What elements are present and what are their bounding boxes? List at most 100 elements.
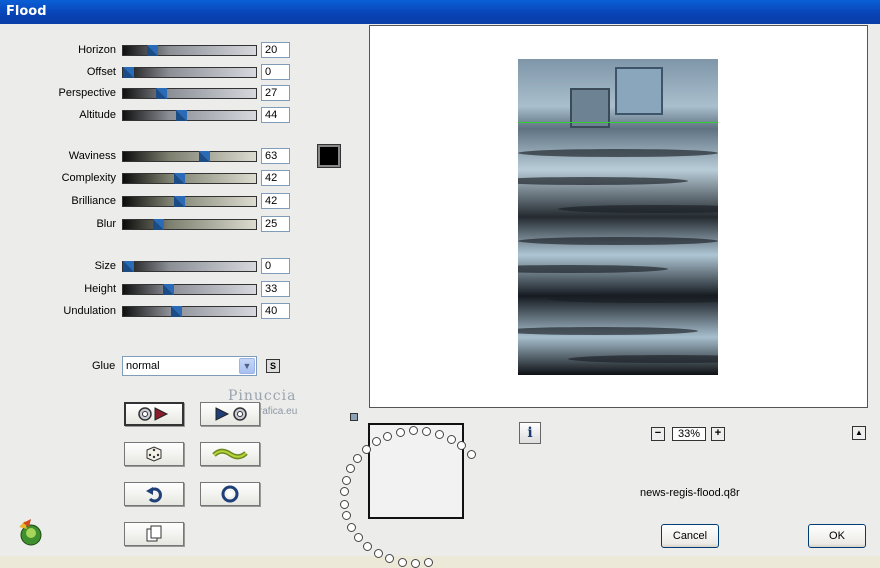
slider-thumb[interactable] — [147, 45, 159, 56]
flood-dialog: Flood Horizon 20 Offset 0 Perspective 27… — [0, 0, 880, 568]
slider-track[interactable] — [122, 110, 257, 121]
wave-button[interactable] — [200, 442, 260, 466]
slider-track[interactable] — [122, 67, 257, 78]
preset-dot[interactable] — [352, 453, 362, 463]
slider-thumb[interactable] — [199, 151, 211, 162]
slider-horizon: Horizon 20 — [0, 42, 300, 60]
slider-label: Altitude — [79, 109, 116, 121]
slider-thumb[interactable] — [171, 306, 183, 317]
slider-label: Size — [94, 260, 116, 272]
preset-dot[interactable] — [410, 558, 420, 568]
slider-perspective: Perspective 27 — [0, 85, 300, 103]
slider-thumb[interactable] — [123, 261, 134, 272]
preset-dot[interactable] — [373, 548, 383, 558]
ring-start-marker[interactable] — [350, 413, 358, 421]
value-field[interactable]: 63 — [261, 148, 290, 164]
preset-dot[interactable] — [371, 437, 381, 447]
slider-label: Height — [84, 283, 116, 295]
value-field[interactable]: 42 — [261, 170, 290, 186]
undo-button[interactable] — [124, 482, 184, 506]
preset-dot[interactable] — [457, 441, 467, 451]
preset-dot[interactable] — [383, 431, 393, 441]
preview-panel[interactable] — [369, 25, 868, 408]
wave-shape — [548, 295, 718, 303]
value-field[interactable]: 33 — [261, 281, 290, 297]
chevron-down-icon[interactable]: ▼ — [239, 358, 255, 374]
title-bar[interactable]: Flood — [0, 0, 880, 24]
play-icon — [215, 407, 247, 421]
slider-track[interactable] — [122, 88, 257, 99]
preset-dot[interactable] — [395, 427, 405, 437]
wave-shape — [518, 237, 718, 245]
color-swatch[interactable] — [317, 144, 341, 168]
play-button[interactable] — [200, 402, 260, 426]
preset-dot[interactable] — [339, 499, 349, 509]
slider-thumb[interactable] — [173, 173, 185, 184]
preview-square-front — [615, 67, 663, 115]
copy-icon — [146, 525, 162, 542]
slider-complexity: Complexity 42 — [0, 170, 300, 188]
slider-thumb[interactable] — [176, 110, 188, 121]
slider-label: Brilliance — [71, 195, 116, 207]
wave-shape — [568, 355, 718, 363]
slider-label: Undulation — [63, 305, 116, 317]
slider-track[interactable] — [122, 306, 257, 317]
preview-toggle-button[interactable] — [124, 402, 184, 426]
slider-track[interactable] — [122, 45, 257, 56]
slider-track[interactable] — [122, 173, 257, 184]
slider-thumb[interactable] — [162, 284, 174, 295]
slider-offset: Offset 0 — [0, 64, 300, 82]
preset-dot[interactable] — [434, 429, 444, 439]
wave-shape — [518, 177, 688, 185]
wave-shape — [518, 327, 698, 335]
preset-dot[interactable] — [363, 541, 373, 551]
preset-dot[interactable] — [354, 532, 364, 542]
slider-track[interactable] — [122, 196, 257, 207]
value-field[interactable]: 20 — [261, 42, 290, 58]
preset-dot[interactable] — [341, 475, 351, 485]
preset-dot[interactable] — [361, 444, 371, 454]
preset-dot[interactable] — [397, 557, 407, 567]
slider-thumb[interactable] — [153, 219, 165, 230]
value-field[interactable]: 0 — [261, 258, 290, 274]
slider-size: Size 0 — [0, 258, 300, 276]
chevron-up-icon[interactable]: ▲ — [852, 426, 866, 440]
glue-s-button[interactable]: S — [266, 359, 280, 373]
zoom-out-button[interactable]: − — [651, 427, 665, 441]
preset-dot[interactable] — [347, 522, 357, 532]
value-field[interactable]: 42 — [261, 193, 290, 209]
horizon-line[interactable] — [518, 122, 718, 123]
preset-dot[interactable] — [342, 511, 352, 521]
preset-dot[interactable] — [346, 464, 356, 474]
cancel-button[interactable]: Cancel — [661, 524, 719, 548]
slider-track[interactable] — [122, 261, 257, 272]
slider-label: Horizon — [78, 44, 116, 56]
preset-dot[interactable] — [421, 426, 431, 436]
ok-button[interactable]: OK — [808, 524, 866, 548]
slider-thumb[interactable] — [155, 88, 167, 99]
glue-select[interactable]: normal ▼ — [122, 356, 257, 376]
zoom-in-button[interactable]: + — [711, 427, 725, 441]
slider-track[interactable] — [122, 284, 257, 295]
slider-track[interactable] — [122, 219, 257, 230]
value-field[interactable]: 25 — [261, 216, 290, 232]
preset-dot[interactable] — [446, 434, 456, 444]
slider-track[interactable] — [122, 151, 257, 162]
slider-thumb[interactable] — [173, 196, 185, 207]
reset-button[interactable] — [200, 482, 260, 506]
dialog-client-area: Horizon 20 Offset 0 Perspective 27 Altit… — [0, 24, 880, 568]
value-field[interactable]: 44 — [261, 107, 290, 123]
preset-dot[interactable] — [466, 449, 476, 459]
random-button[interactable] — [124, 442, 184, 466]
zoom-level: 33% — [672, 427, 706, 441]
value-field[interactable]: 0 — [261, 64, 290, 80]
preset-dot[interactable] — [339, 487, 349, 497]
slider-thumb[interactable] — [123, 67, 134, 78]
info-button[interactable]: i — [519, 422, 541, 444]
value-field[interactable]: 40 — [261, 303, 290, 319]
value-field[interactable]: 27 — [261, 85, 290, 101]
copy-button[interactable] — [124, 522, 184, 546]
preset-dot[interactable] — [424, 557, 433, 567]
reset-icon — [221, 485, 239, 503]
app-logo — [15, 517, 45, 547]
